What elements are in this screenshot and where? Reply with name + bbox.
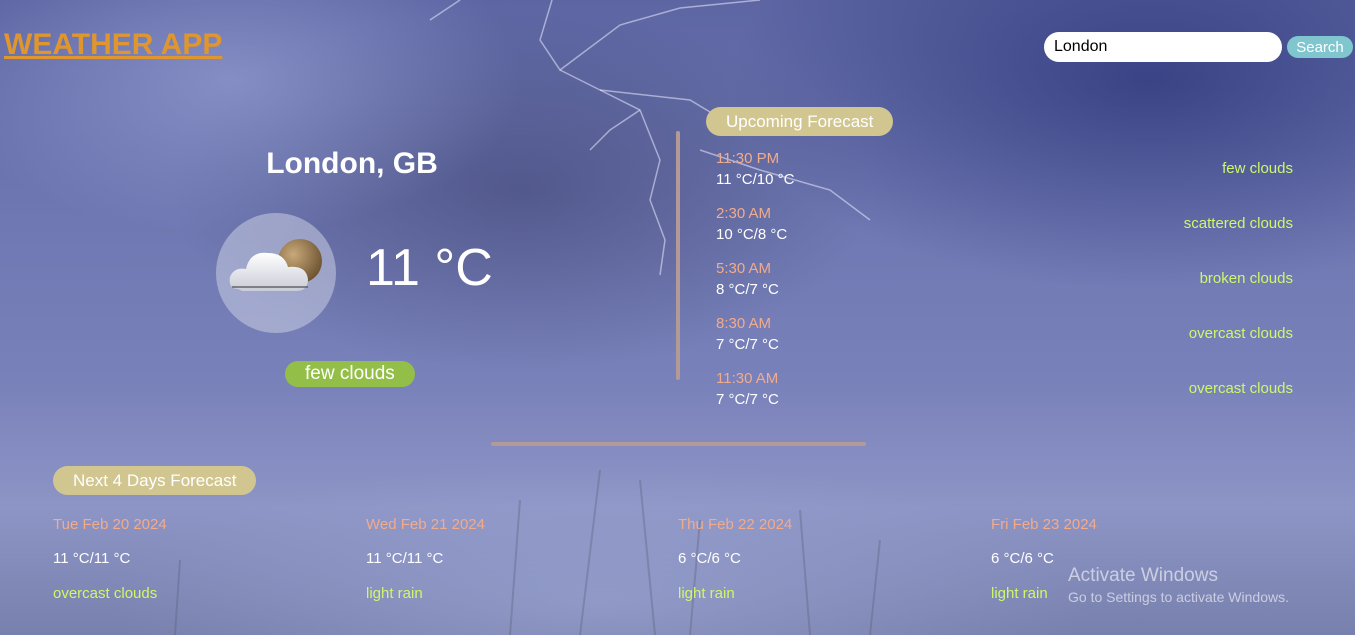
hourly-temperature: 11 °C/10 °C <box>716 171 795 188</box>
hourly-forecast-item: 2:30 AM 10 °C/8 °C scattered clouds <box>716 205 1293 245</box>
hourly-description: broken clouds <box>1199 270 1293 287</box>
daily-description: light rain <box>366 585 423 602</box>
hourly-forecast-item: 5:30 AM 8 °C/7 °C broken clouds <box>716 260 1293 300</box>
hourly-time: 11:30 AM <box>716 370 779 387</box>
daily-temperature: 6 °C/6 °C <box>678 550 741 567</box>
hourly-description: few clouds <box>1222 160 1293 177</box>
daily-date: Fri Feb 23 2024 <box>991 516 1097 533</box>
hourly-forecast-item: 8:30 AM 7 °C/7 °C overcast clouds <box>716 315 1293 355</box>
daily-description: light rain <box>678 585 735 602</box>
hourly-time: 11:30 PM <box>716 150 780 167</box>
daily-temperature: 11 °C/11 °C <box>366 550 444 567</box>
few-clouds-icon <box>216 213 336 333</box>
current-condition-badge: few clouds <box>285 361 415 387</box>
daily-temperature: 6 °C/6 °C <box>991 550 1054 567</box>
hourly-temperature: 7 °C/7 °C <box>716 391 779 408</box>
hourly-temperature: 8 °C/7 °C <box>716 281 779 298</box>
daily-date: Wed Feb 21 2024 <box>366 516 485 533</box>
app-title[interactable]: WEATHER APP <box>4 28 222 62</box>
watermark-subtitle: Go to Settings to activate Windows. <box>1068 589 1289 605</box>
daily-description: light rain <box>991 585 1048 602</box>
daily-date: Thu Feb 22 2024 <box>678 516 793 533</box>
activate-windows-watermark: Activate Windows Go to Settings to activ… <box>1068 565 1289 605</box>
hourly-forecast-item: 11:30 AM 7 °C/7 °C overcast clouds <box>716 370 1293 410</box>
hourly-time: 2:30 AM <box>716 205 772 222</box>
hourly-time: 5:30 AM <box>716 260 772 277</box>
hourly-forecast-item: 11:30 PM 11 °C/10 °C few clouds <box>716 150 1293 190</box>
search-button[interactable]: Search <box>1287 36 1353 58</box>
hourly-temperature: 10 °C/8 °C <box>716 226 788 243</box>
hourly-time: 8:30 AM <box>716 315 772 332</box>
daily-temperature: 11 °C/11 °C <box>53 550 131 567</box>
search-input[interactable] <box>1044 32 1282 62</box>
hourly-description: overcast clouds <box>1188 380 1293 397</box>
next-days-forecast-heading: Next 4 Days Forecast <box>53 466 257 495</box>
daily-description: overcast clouds <box>53 585 158 602</box>
horizontal-divider <box>491 442 866 446</box>
hourly-description: overcast clouds <box>1188 325 1293 342</box>
upcoming-forecast-heading: Upcoming Forecast <box>706 107 894 136</box>
daily-date: Tue Feb 20 2024 <box>53 516 167 533</box>
hourly-temperature: 7 °C/7 °C <box>716 336 779 353</box>
city-name: London, GB <box>266 147 438 180</box>
current-temperature: 11 °C <box>366 239 493 297</box>
watermark-title: Activate Windows <box>1068 565 1218 586</box>
hourly-description: scattered clouds <box>1183 215 1293 232</box>
vertical-divider <box>676 131 680 380</box>
